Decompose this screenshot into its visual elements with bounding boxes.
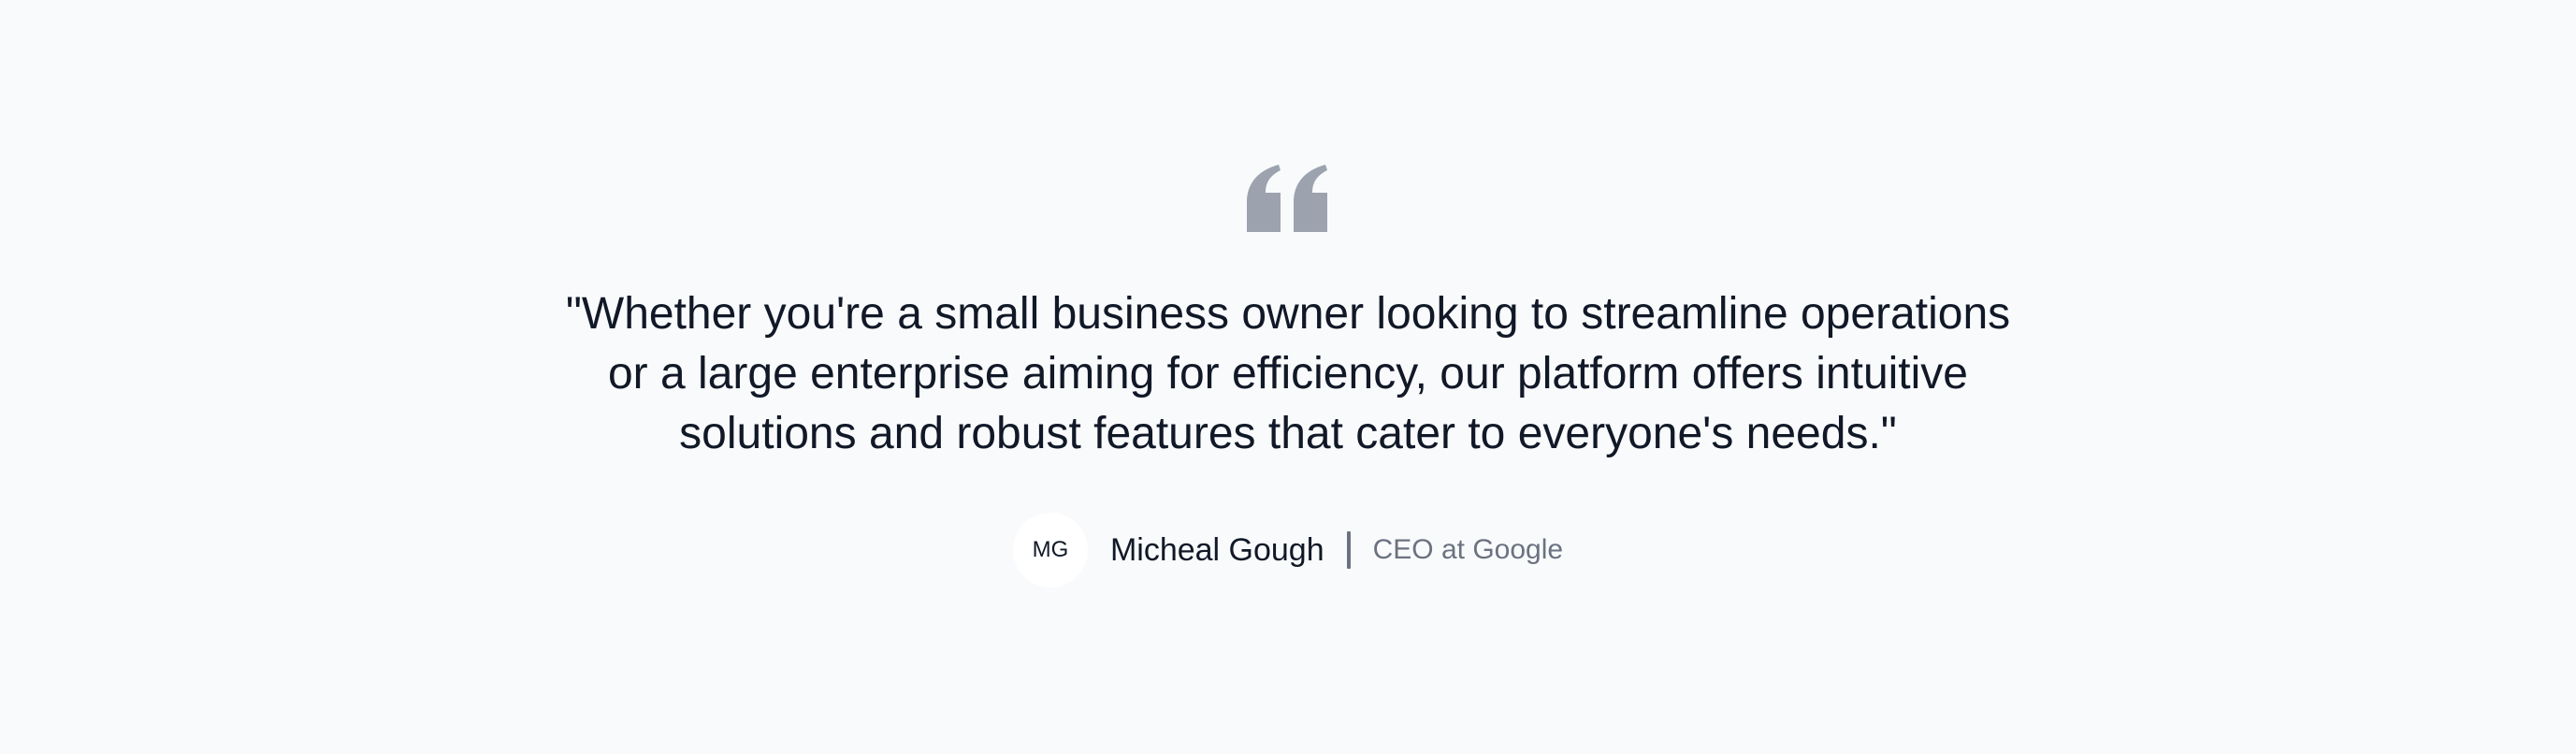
testimonial-quote: "Whether you're a small business owner l… (565, 289, 2011, 458)
testimonial-author: MG Micheal Gough CEO at Google (1012, 513, 1564, 587)
avatar: MG (1012, 513, 1088, 587)
testimonial-section: "Whether you're a small business owner l… (0, 0, 2576, 754)
author-divider (1346, 531, 1351, 569)
quote-icon (1247, 165, 1327, 232)
author-name: Micheal Gough (1109, 531, 1324, 568)
avatar-initials: MG (1032, 537, 1069, 562)
testimonial: "Whether you're a small business owner l… (0, 165, 2576, 587)
author-title: CEO at Google (1372, 534, 1564, 565)
